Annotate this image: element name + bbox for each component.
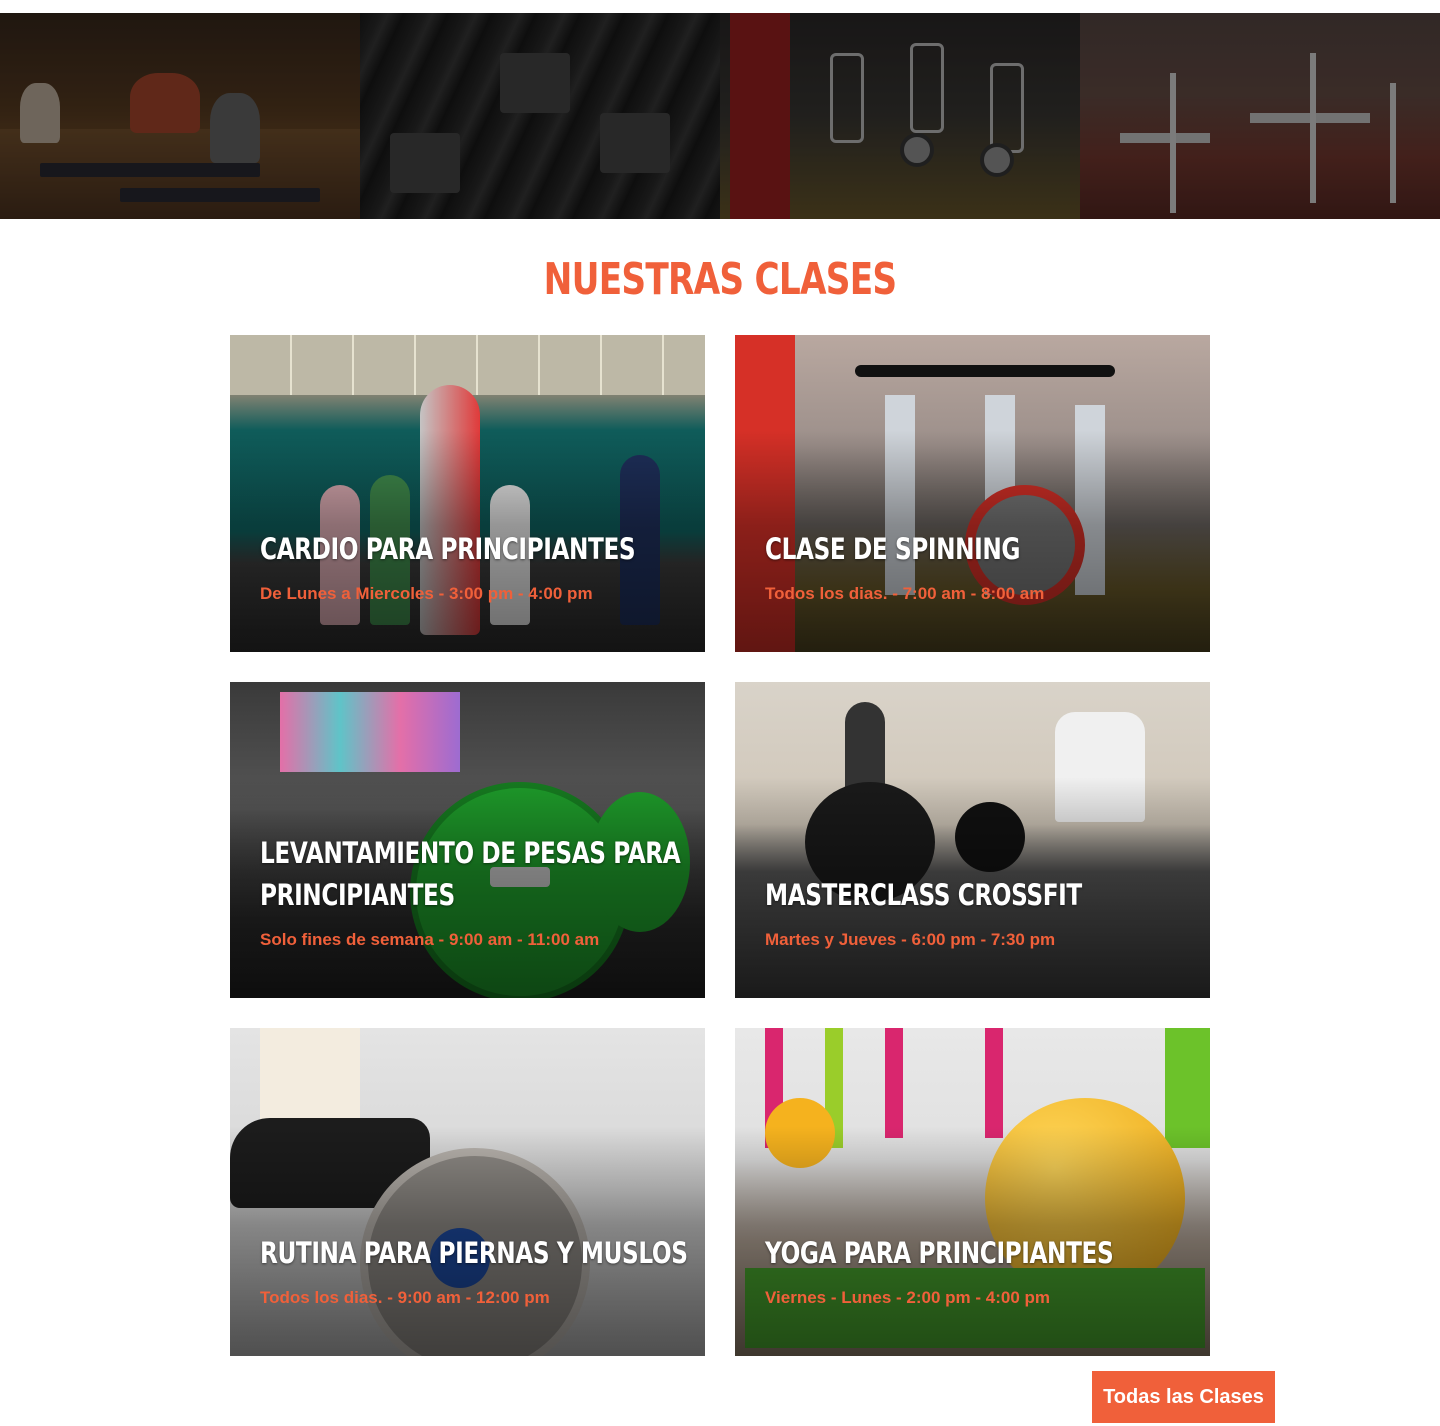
gym-gallery (0, 13, 1440, 219)
class-title[interactable]: CARDIO PARA PRINCIPIANTES (260, 528, 692, 570)
gallery-image-spinning-bikes[interactable] (720, 13, 1080, 219)
class-schedule: Todos los dias. - 7:00 am - 8:00 am (765, 584, 1045, 603)
gallery-image-stretching[interactable] (0, 13, 360, 219)
gallery-image-dumbbells[interactable] (360, 13, 720, 219)
class-schedule: Viernes - Lunes - 2:00 pm - 4:00 pm (765, 1288, 1050, 1307)
image-shade (1080, 13, 1440, 219)
class-card-weightlifting[interactable]: LEVANTAMIENTO DE PESAS PARA PRINCIPIANTE… (230, 682, 705, 998)
class-card-crossfit[interactable]: MASTERCLASS CROSSFIT Martes y Jueves - 6… (735, 682, 1210, 998)
top-strip (0, 0, 1440, 13)
class-title[interactable]: CLASE DE SPINNING (765, 528, 1197, 570)
class-schedule: De Lunes a Miercoles - 3:00 pm - 4:00 pm (260, 584, 593, 603)
card-overlay (735, 682, 1210, 998)
class-schedule: Martes y Jueves - 6:00 pm - 7:30 pm (765, 930, 1056, 949)
card-overlay (735, 335, 1210, 652)
image-shade (720, 13, 1080, 219)
section-title: NUESTRAS CLASES (543, 254, 897, 305)
class-title[interactable]: YOGA PARA PRINCIPIANTES (765, 1232, 1197, 1274)
class-schedule: Solo fines de semana - 9:00 am - 11:00 a… (260, 930, 600, 949)
all-classes-button[interactable]: Todas las Clases (1092, 1371, 1275, 1423)
class-card-cardio[interactable]: CARDIO PARA PRINCIPIANTES De Lunes a Mie… (230, 335, 705, 652)
class-title[interactable]: LEVANTAMIENTO DE PESAS PARA PRINCIPIANTE… (260, 832, 692, 916)
class-card-spinning[interactable]: CLASE DE SPINNING Todos los dias. - 7:00… (735, 335, 1210, 652)
image-shade (360, 13, 720, 219)
class-title[interactable]: MASTERCLASS CROSSFIT (765, 874, 1197, 916)
image-shade (0, 13, 360, 219)
class-title[interactable]: RUTINA PARA PIERNAS Y MUSLOS (260, 1232, 692, 1274)
class-schedule: Todos los dias. - 9:00 am - 12:00 pm (260, 1288, 550, 1307)
card-overlay (230, 335, 705, 652)
class-card-legs[interactable]: RUTINA PARA PIERNAS Y MUSLOS Todos los d… (230, 1028, 705, 1356)
class-card-yoga[interactable]: YOGA PARA PRINCIPIANTES Viernes - Lunes … (735, 1028, 1210, 1356)
gallery-image-gym-floor[interactable] (1080, 13, 1440, 219)
